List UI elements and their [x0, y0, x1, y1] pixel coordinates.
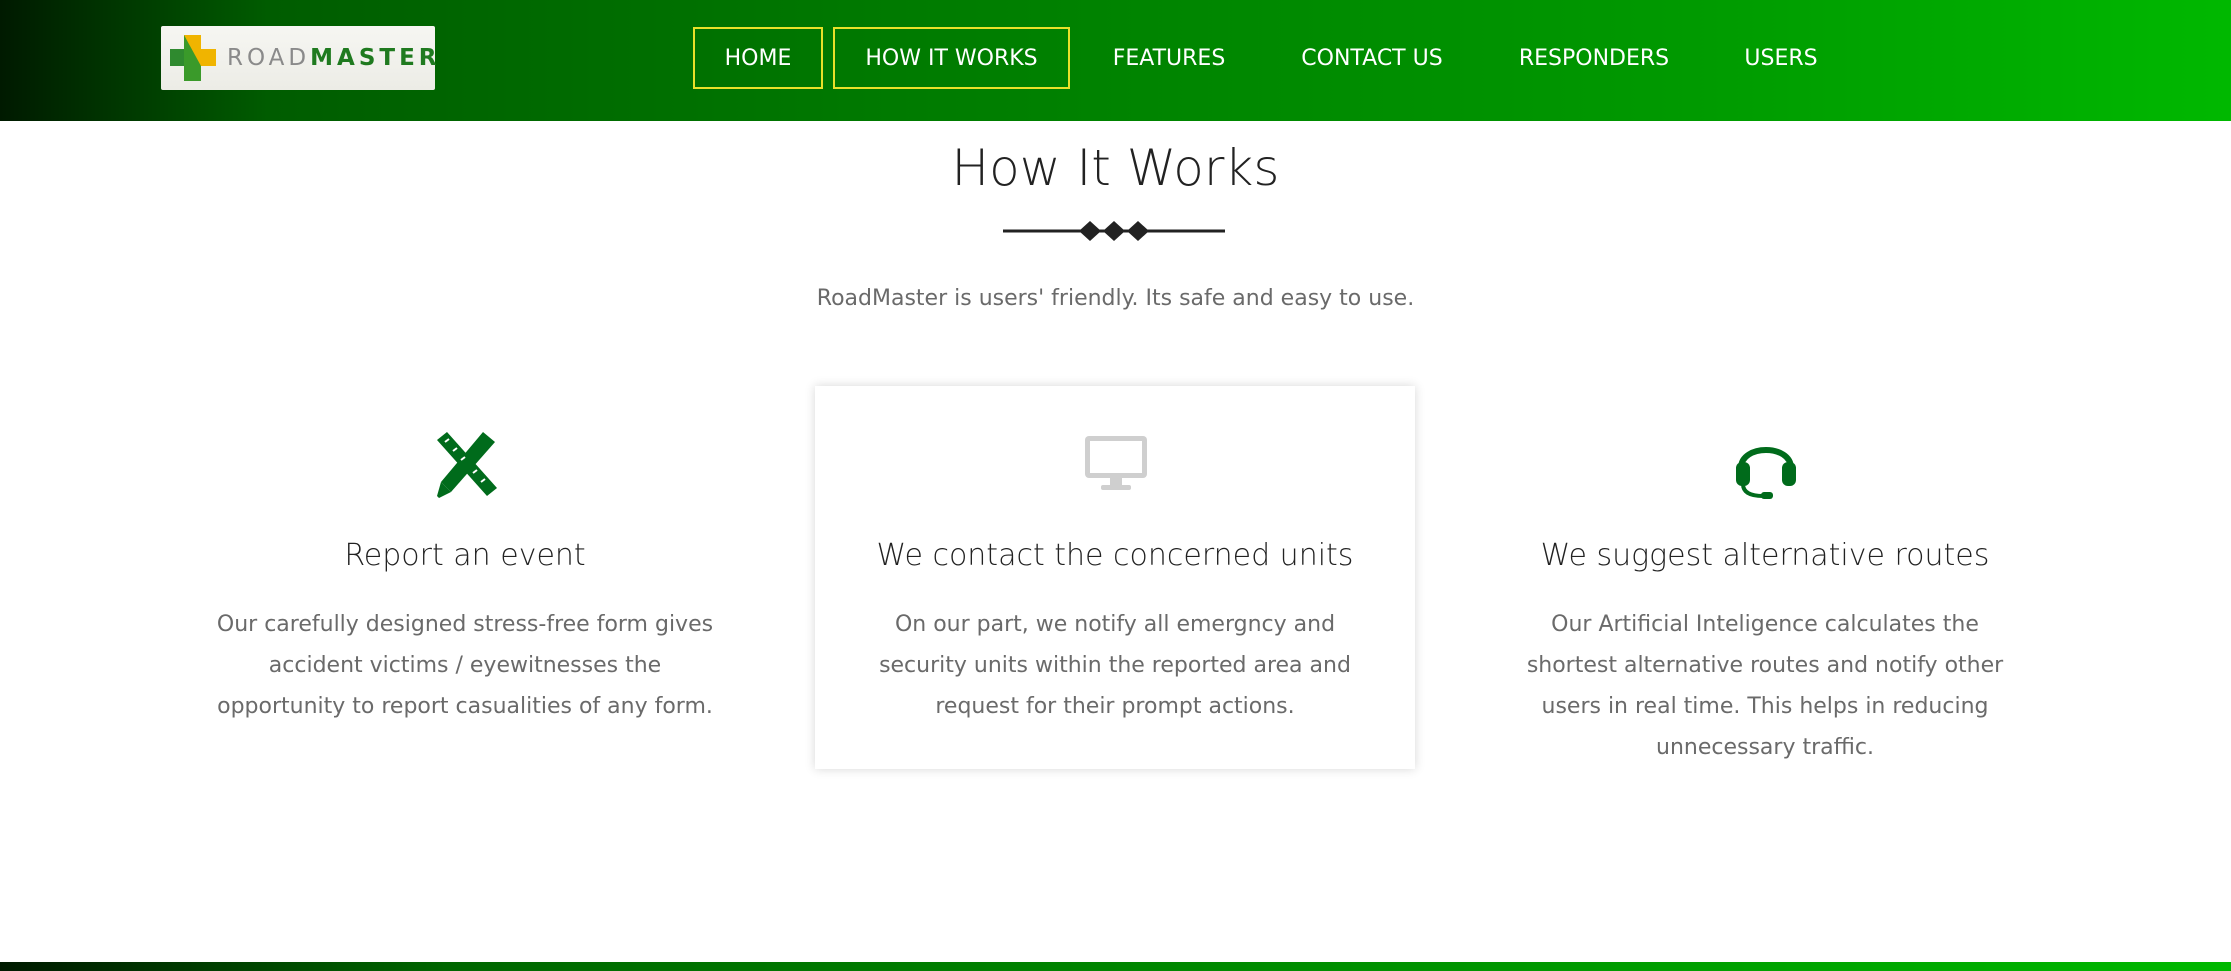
section-title: How It Works	[951, 139, 1280, 197]
nav-contact-us[interactable]: CONTACT US	[1290, 27, 1454, 89]
monitor-icon	[1085, 436, 1147, 490]
nav-home[interactable]: HOME	[693, 27, 823, 89]
feature-card-report: Report an event Our carefully designed s…	[165, 386, 765, 769]
main-nav: HOME HOW IT WORKS FEATURES CONTACT US RE…	[0, 0, 2231, 121]
nav-features[interactable]: FEATURES	[1098, 27, 1240, 89]
pencil-ruler-icon	[437, 432, 497, 498]
nav-how-it-works[interactable]: HOW IT WORKS	[833, 27, 1070, 89]
feature-card-contact: We contact the concerned units On our pa…	[815, 386, 1415, 769]
card-title: We contact the concerned units	[876, 538, 1354, 573]
bottom-bar	[0, 962, 2231, 971]
headset-icon	[1736, 447, 1796, 499]
nav-responders[interactable]: RESPONDERS	[1504, 27, 1684, 89]
card-description: Our carefully designed stress-free form …	[216, 612, 714, 719]
card-title: Report an event	[344, 538, 586, 573]
card-title: We suggest alternative routes	[1540, 538, 1990, 573]
section-subtitle: RoadMaster is users' friendly. Its safe …	[816, 286, 1415, 311]
nav-users[interactable]: USERS	[1734, 27, 1828, 89]
feature-card-routes: We suggest alternative routes Our Artifi…	[1465, 386, 2065, 769]
card-description: Our Artificial Inteligence calculates th…	[1526, 612, 2004, 760]
top-navigation-bar: ROADMASTER HOME HOW IT WORKS FEATURES CO…	[0, 0, 2231, 121]
card-description: On our part, we notify all emergncy and …	[879, 612, 1351, 719]
diamond-divider	[1003, 221, 1225, 241]
